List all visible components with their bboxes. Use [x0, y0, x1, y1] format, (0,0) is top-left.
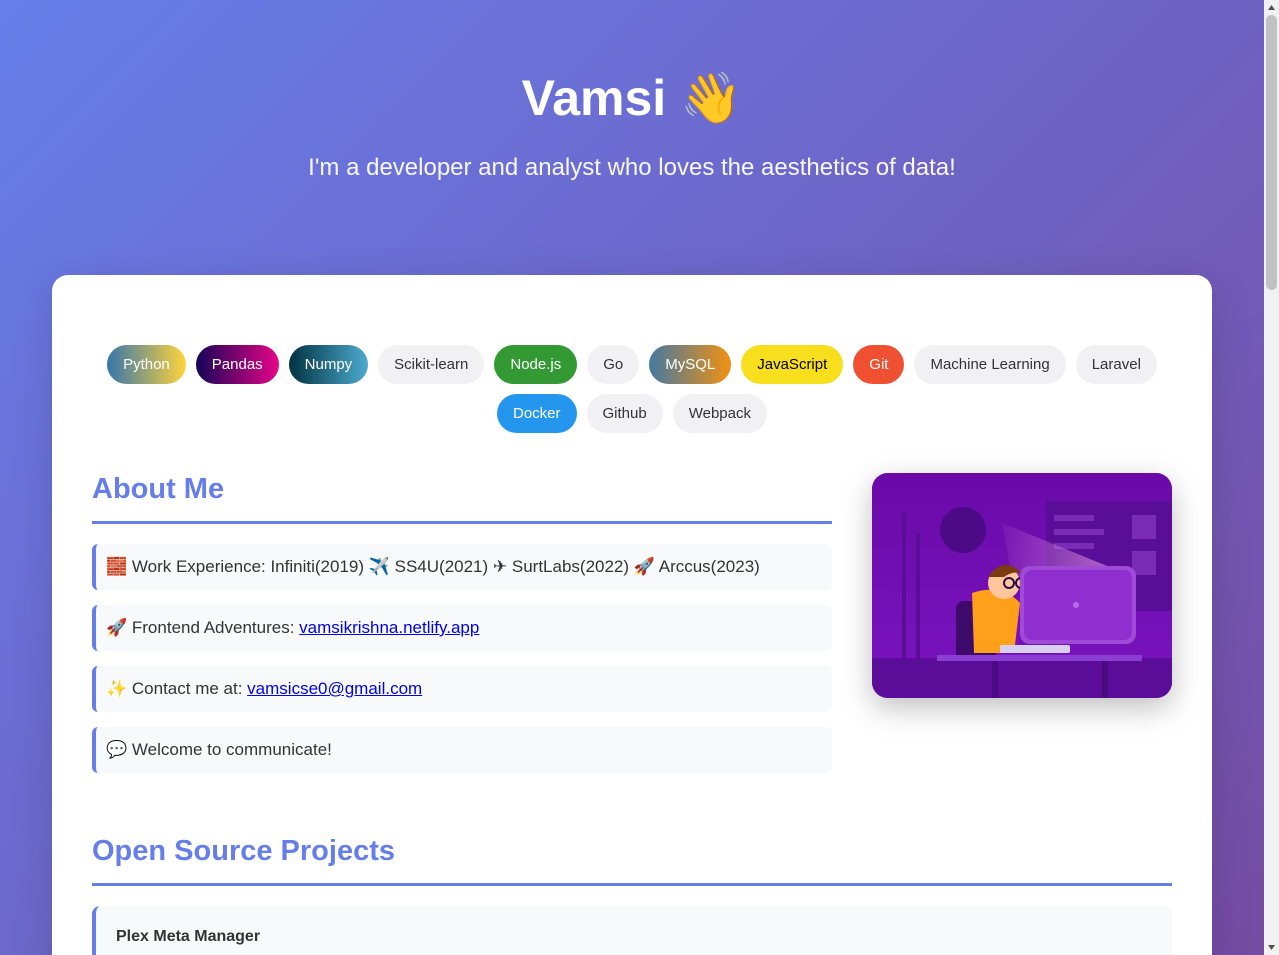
projects-section: Open Source Projects Plex Meta Manager	[92, 835, 1172, 955]
skill-tag-go: Go	[587, 345, 640, 384]
skill-tag-node-js: Node.js	[494, 345, 578, 384]
skill-tag-laravel: Laravel	[1075, 345, 1157, 384]
projects-title: Open Source Projects	[92, 835, 1172, 886]
skill-tag-python: Python	[107, 345, 186, 384]
welcome-text: 💬 Welcome to communicate!	[106, 740, 332, 759]
skill-tag-scikit-learn: Scikit-learn	[378, 345, 485, 384]
project-card[interactable]: Plex Meta Manager	[92, 906, 1172, 955]
scroll-up-arrow-icon[interactable]	[1264, 0, 1279, 15]
hero-tagline: I'm a developer and analyst who loves th…	[308, 154, 956, 181]
developer-at-computer-image	[872, 473, 1172, 698]
skill-tag-webpack: Webpack	[672, 394, 767, 433]
hero-name: Vamsi 👋	[521, 70, 743, 126]
main-card: Python Pandas Numpy Scikit-learn Node.js Go My…	[52, 275, 1212, 955]
skill-tag-numpy: Numpy	[288, 345, 369, 384]
skill-tag-pandas: Pandas	[195, 345, 279, 384]
skill-tag-github: Github	[586, 394, 663, 433]
hero-header: Vamsi 👋 I'm a developer and analyst who …	[0, 0, 1264, 275]
developer-illustration	[872, 473, 1172, 698]
skill-tag-mysql: MySQL	[649, 345, 732, 384]
skills-list: Python Pandas Numpy Scikit-learn Node.js Go My…	[92, 275, 1172, 433]
about-section: About Me 🧱 Work Experience: Infiniti(201…	[92, 473, 832, 773]
frontend-link[interactable]: vamsikrishna.netlify.app	[299, 618, 479, 637]
contact-item: ✨ Contact me at: vamsicse0@gmail.com	[92, 666, 832, 712]
page: Vamsi 👋 I'm a developer and analyst who …	[0, 0, 1264, 955]
frontend-label: 🚀 Frontend Adventures:	[106, 618, 300, 637]
work-experience-item: 🧱 Work Experience: Infiniti(2019) ✈️ SS4…	[92, 544, 832, 590]
skill-tag-docker: Docker	[497, 394, 577, 433]
contact-email-link[interactable]: vamsicse0@gmail.com	[247, 679, 422, 698]
welcome-item: 💬 Welcome to communicate!	[92, 727, 832, 773]
scroll-thumb[interactable]	[1266, 15, 1277, 290]
skill-tag-javascript: JavaScript	[741, 345, 844, 384]
about-title: About Me	[92, 473, 832, 524]
contact-label: ✨ Contact me at:	[106, 679, 248, 698]
vertical-scrollbar[interactable]	[1264, 0, 1279, 955]
project-name: Plex Meta Manager	[116, 928, 261, 945]
frontend-item: 🚀 Frontend Adventures: vamsikrishna.netl…	[92, 605, 832, 651]
work-experience-text: 🧱 Work Experience: Infiniti(2019) ✈️ SS4…	[106, 557, 760, 576]
about-row: About Me 🧱 Work Experience: Infiniti(201…	[92, 473, 1172, 773]
skill-tag-git: Git	[853, 345, 905, 384]
scroll-down-arrow-icon[interactable]	[1264, 940, 1279, 955]
skill-tag-machine-learning: Machine Learning	[914, 345, 1066, 384]
